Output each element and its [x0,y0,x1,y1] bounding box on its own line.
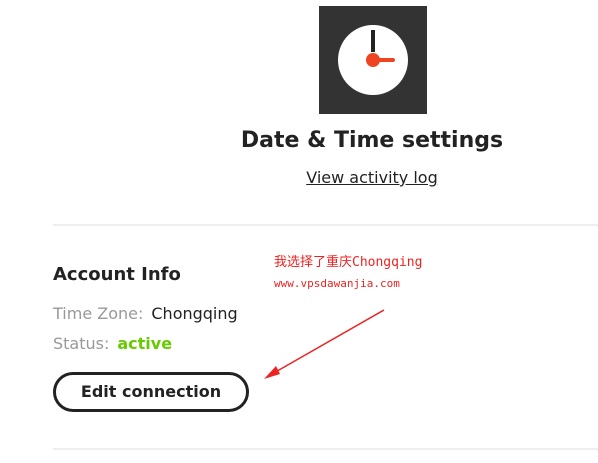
section-divider [53,224,598,226]
clock-icon [338,25,408,95]
page: Date & Time settings View activity log A… [0,0,598,463]
annotation-text: 我选择了重庆Chongqing [274,255,423,270]
account-info-heading: Account Info [53,264,181,285]
time-zone-value: Chongqing [151,304,238,323]
section-divider-bottom [53,448,598,450]
edit-connection-button[interactable]: Edit connection [53,372,249,412]
annotation-url: www.vpsdawanjia.com [274,277,400,290]
page-title: Date & Time settings [240,128,504,153]
status-badge: active [117,334,173,353]
app-logo [319,6,427,114]
status-row: Status: active [53,333,172,355]
status-label: Status: [53,334,110,353]
time-zone-row: Time Zone: Chongqing [53,303,238,325]
view-activity-log-link[interactable]: View activity log [0,166,598,190]
time-zone-label: Time Zone: [53,304,144,323]
